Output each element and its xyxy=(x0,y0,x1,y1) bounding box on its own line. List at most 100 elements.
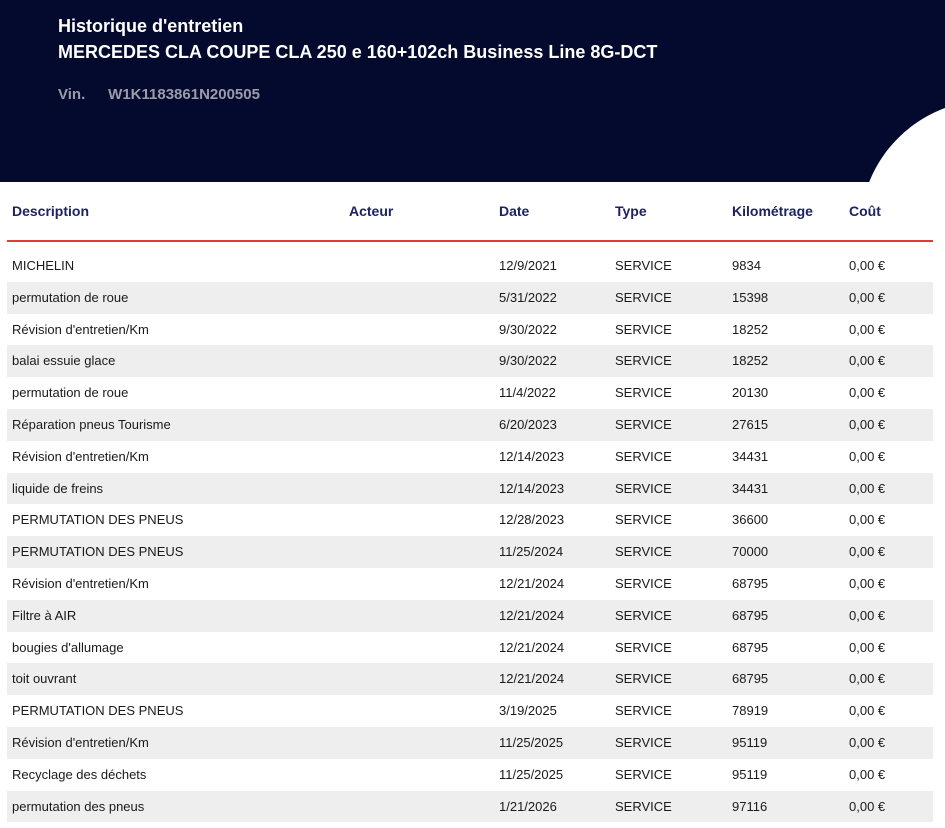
cell-cout: 0,00 € xyxy=(849,766,886,782)
cell-cout: 0,00 € xyxy=(849,258,886,273)
cell-cout: 0,00 € xyxy=(849,480,886,496)
cell-kilometrage: 36600 xyxy=(732,512,769,528)
table-body: MICHELIN 12/9/2021 SERVICE 9834 0,00 € permut… xyxy=(7,250,933,823)
table-row: Révision d'entretien/Km 12/14/2023 SERVICE… xyxy=(7,441,933,473)
cell-description: liquide de freins xyxy=(12,480,104,496)
table-row: Révision d'entretien/Km 9/30/2022 SERVICE 1… xyxy=(7,314,933,346)
maintenance-table: Description Acteur Date Type Kilométrage… xyxy=(7,182,933,823)
report-title: Historique d'entretien xyxy=(58,16,244,36)
cell-type: SERVICE xyxy=(615,385,672,401)
cell-kilometrage: 18252 xyxy=(732,353,769,369)
cell-cout: 0,00 € xyxy=(849,575,886,591)
cell-date: 3/19/2025 xyxy=(499,703,557,719)
cell-description: PERMUTATION DES PNEUS xyxy=(12,703,184,719)
cell-description: Recyclage des déchets xyxy=(12,766,147,782)
cell-description: Révision d'entretien/Km xyxy=(12,575,149,591)
cell-date: 11/4/2022 xyxy=(499,385,556,401)
table-row: Recyclage des déchets 11/25/2025 SERVICE 95… xyxy=(7,759,933,791)
cell-type: SERVICE xyxy=(615,448,672,464)
cell-description: balai essuie glace xyxy=(12,353,116,369)
cell-description: Révision d'entretien/Km xyxy=(12,734,149,750)
cell-type: SERVICE xyxy=(615,703,672,719)
table-row: balai essuie glace 9/30/2022 SERVICE 18252 0… xyxy=(7,345,933,378)
cell-date: 12/21/2024 xyxy=(499,575,565,591)
table-row: PERMUTATION DES PNEUS 12/28/2023 SERVICE 36… xyxy=(7,504,933,536)
cell-kilometrage: 68795 xyxy=(732,639,769,655)
cell-cout: 0,00 € xyxy=(849,512,886,528)
cell-description: Révision d'entretien/Km xyxy=(12,448,149,464)
table-header: Description Acteur Date Type Kilométrage… xyxy=(7,182,933,242)
cell-kilometrage: 95119 xyxy=(732,766,768,782)
cell-cout: 0,00 € xyxy=(849,353,886,369)
cell-type: SERVICE xyxy=(615,321,672,337)
cell-kilometrage: 68795 xyxy=(732,575,769,591)
cell-type: SERVICE xyxy=(615,607,672,623)
cell-kilometrage: 70000 xyxy=(732,544,769,560)
cell-date: 9/30/2022 xyxy=(499,353,557,369)
cell-cout: 0,00 € xyxy=(849,416,886,432)
cell-type: SERVICE xyxy=(615,671,672,687)
cell-kilometrage: 9834 xyxy=(732,258,761,273)
cell-cout: 0,00 € xyxy=(849,544,886,560)
table-row: bougies d'allumage 12/21/2024 SERVICE 68795… xyxy=(7,632,933,664)
cell-date: 1/21/2026 xyxy=(499,798,557,814)
cell-kilometrage: 15398 xyxy=(732,289,769,305)
cell-kilometrage: 68795 xyxy=(732,607,769,623)
cell-type: SERVICE xyxy=(615,766,672,782)
cell-description: PERMUTATION DES PNEUS xyxy=(12,544,184,560)
cell-description: MICHELIN xyxy=(12,258,75,273)
cell-type: SERVICE xyxy=(615,798,672,814)
table-row: MICHELIN 12/9/2021 SERVICE 9834 0,00 € xyxy=(7,250,933,282)
column-header-acteur: Acteur xyxy=(349,203,394,219)
cell-description: toit ouvrant xyxy=(12,671,77,687)
cell-cout: 0,00 € xyxy=(849,734,886,750)
column-header-date: Date xyxy=(499,203,530,219)
cell-type: SERVICE xyxy=(615,734,672,750)
table-row: permutation de roue 11/4/2022 SERVICE 20130… xyxy=(7,377,933,409)
table-row: liquide de freins 12/14/2023 SERVICE 34431 0… xyxy=(7,472,933,505)
cell-cout: 0,00 € xyxy=(849,639,886,655)
cell-date: 12/14/2023 xyxy=(499,480,565,496)
cell-date: 5/31/2022 xyxy=(499,289,557,305)
cell-type: SERVICE xyxy=(615,353,672,369)
cell-kilometrage: 95119 xyxy=(732,734,768,750)
vin-row: Vin. W1K1183861N200505 xyxy=(58,86,260,103)
vehicle-model: MERCEDES CLA COUPE CLA 250 e 160+102ch B… xyxy=(58,42,658,62)
cell-date: 12/21/2024 xyxy=(499,607,565,623)
cell-description: Filtre à AIR xyxy=(12,607,77,623)
cell-kilometrage: 18252 xyxy=(732,321,769,337)
header-curve-decoration xyxy=(860,100,945,182)
cell-date: 12/21/2024 xyxy=(499,639,565,655)
table-row: Réparation pneus Tourisme 6/20/2023 SERVIC… xyxy=(7,408,933,441)
column-header-type: Type xyxy=(615,203,647,219)
cell-kilometrage: 34431 xyxy=(732,448,769,464)
vin-label: Vin. xyxy=(58,86,86,103)
column-header-cout: Coût xyxy=(849,203,881,219)
cell-date: 12/28/2023 xyxy=(499,512,565,528)
cell-type: SERVICE xyxy=(615,480,672,496)
cell-type: SERVICE xyxy=(615,544,672,560)
cell-date: 9/30/2022 xyxy=(499,321,557,337)
cell-kilometrage: 20130 xyxy=(732,385,769,401)
column-header-description: Description xyxy=(12,203,90,219)
report-header: Historique d'entretien MERCEDES CLA COUP… xyxy=(0,0,945,182)
cell-kilometrage: 27615 xyxy=(732,416,769,432)
cell-cout: 0,00 € xyxy=(849,671,886,687)
cell-type: SERVICE xyxy=(615,289,672,305)
cell-type: SERVICE xyxy=(615,575,672,591)
cell-cout: 0,00 € xyxy=(849,385,886,401)
cell-cout: 0,00 € xyxy=(849,798,886,814)
cell-description: bougies d'allumage xyxy=(12,639,124,655)
cell-description: permutation de roue xyxy=(12,385,129,401)
cell-kilometrage: 68795 xyxy=(732,671,769,687)
table-row: permutation de roue 5/31/2022 SERVICE 15398… xyxy=(7,281,933,314)
cell-kilometrage: 97116 xyxy=(732,798,768,814)
table-row: PERMUTATION DES PNEUS 3/19/2025 SERVICE 789… xyxy=(7,695,933,727)
cell-cout: 0,00 € xyxy=(849,703,886,719)
cell-cout: 0,00 € xyxy=(849,607,886,623)
column-header-kilometrage: Kilométrage xyxy=(732,203,813,219)
vin-value: W1K1183861N200505 xyxy=(108,86,260,103)
table-row: Révision d'entretien/Km 11/25/2025 SERVICE… xyxy=(7,726,933,759)
cell-date: 11/25/2024 xyxy=(499,544,564,560)
cell-cout: 0,00 € xyxy=(849,448,886,464)
